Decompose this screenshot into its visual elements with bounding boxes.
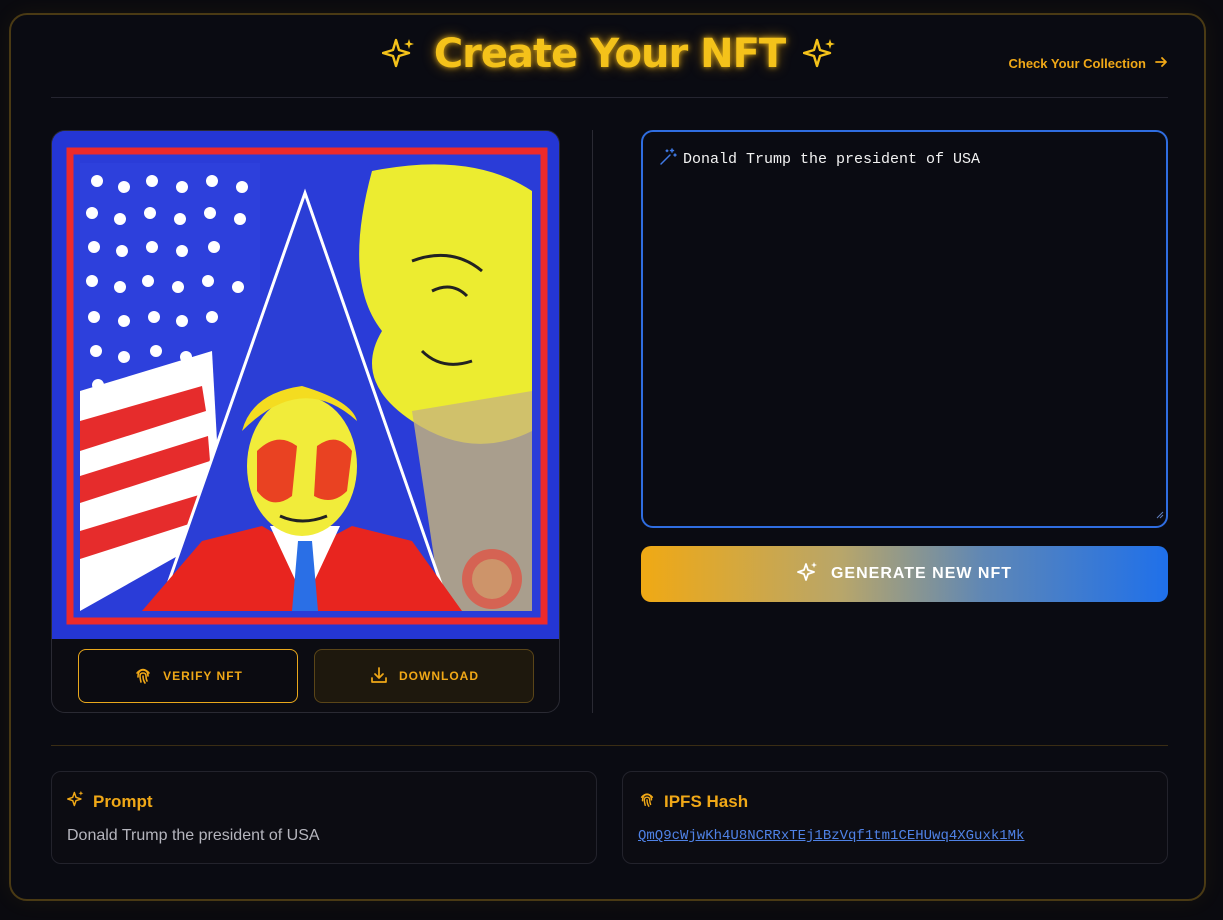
ipfs-info-title: IPFS Hash [638, 790, 748, 813]
header: Create Your NFT Check Your Collection [51, 15, 1168, 98]
verify-nft-label: VERIFY NFT [163, 669, 243, 683]
arrow-right-icon [1154, 55, 1168, 72]
generate-nft-label: GENERATE NEW NFT [830, 565, 1013, 582]
prompt-textarea[interactable]: Donald Trump the president of USA [641, 130, 1168, 528]
sparkle-icon [803, 37, 837, 71]
resize-handle-icon[interactable] [1154, 506, 1164, 524]
ipfs-info-card: IPFS Hash QmQ9cWjwKh4U8NCRRxTEj1BzVqf1tm… [622, 771, 1168, 864]
download-icon [369, 665, 389, 688]
check-collection-link[interactable]: Check Your Collection [1009, 55, 1169, 72]
image-action-row: VERIFY NFT DOWNLOAD [78, 649, 534, 703]
sparkle-icon [797, 561, 819, 588]
ipfs-hash-link[interactable]: QmQ9cWjwKh4U8NCRRxTEj1BzVqf1tm1CEHUwq4XG… [638, 828, 1024, 844]
vertical-divider [592, 130, 593, 713]
download-label: DOWNLOAD [399, 669, 479, 683]
page-title: Create Your NFT [433, 31, 786, 77]
create-nft-panel: Create Your NFT Check Your Collection VE… [9, 13, 1206, 901]
prompt-info-value: Donald Trump the president of USA [67, 827, 320, 844]
check-collection-label: Check Your Collection [1008, 56, 1147, 71]
prompt-input-value: Donald Trump the president of USA [683, 151, 981, 168]
generate-nft-button[interactable]: GENERATE NEW NFT [641, 546, 1168, 602]
prompt-info-card: Prompt Donald Trump the president of USA [51, 771, 597, 864]
prompt-info-title: Prompt [67, 790, 153, 813]
nft-preview-card: VERIFY NFT DOWNLOAD [51, 130, 560, 713]
fingerprint-icon [133, 665, 153, 688]
verify-nft-button[interactable]: VERIFY NFT [78, 649, 298, 703]
title-wrap: Create Your NFT [51, 31, 1168, 77]
ipfs-info-title-text: IPFS Hash [664, 791, 749, 811]
section-divider [51, 745, 1168, 746]
sparkle-icon [67, 790, 85, 813]
magic-wand-icon [659, 148, 677, 171]
fingerprint-icon [638, 790, 656, 813]
download-button[interactable]: DOWNLOAD [314, 649, 534, 703]
nft-image [52, 131, 559, 639]
sparkle-icon [381, 37, 416, 71]
prompt-info-title-text: Prompt [93, 791, 153, 811]
